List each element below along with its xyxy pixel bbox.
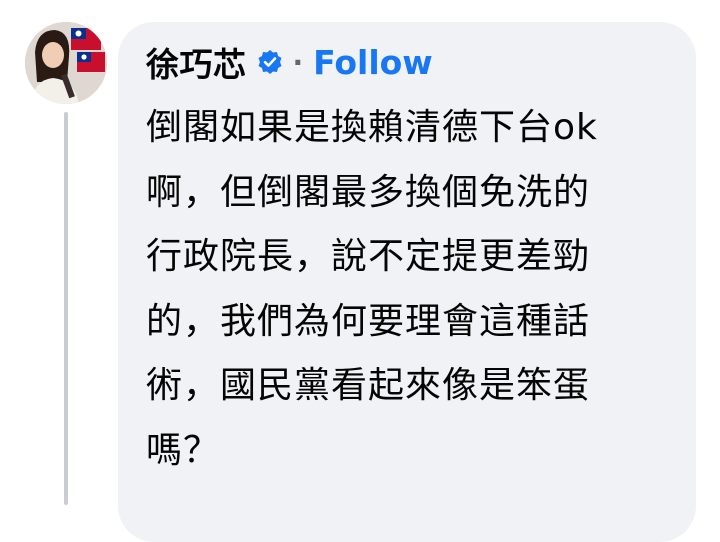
comment-bubble: 徐巧芯 · Follow 倒閣如果是換賴清德下台ok 啊，但倒閣最多換個免洗的 … (118, 22, 696, 542)
thread-line (64, 112, 68, 505)
comment-header: 徐巧芯 · Follow (146, 34, 670, 90)
comment-text: 倒閣如果是換賴清德下台ok 啊，但倒閣最多換個免洗的 行政院長，說不定提更差勁 … (146, 107, 598, 471)
avatar[interactable] (25, 22, 107, 104)
avatar-image (25, 22, 107, 104)
verified-badge-icon (257, 49, 283, 75)
separator-dot: · (292, 45, 304, 79)
author-name[interactable]: 徐巧芯 (146, 38, 247, 86)
follow-button[interactable]: Follow (313, 43, 433, 82)
